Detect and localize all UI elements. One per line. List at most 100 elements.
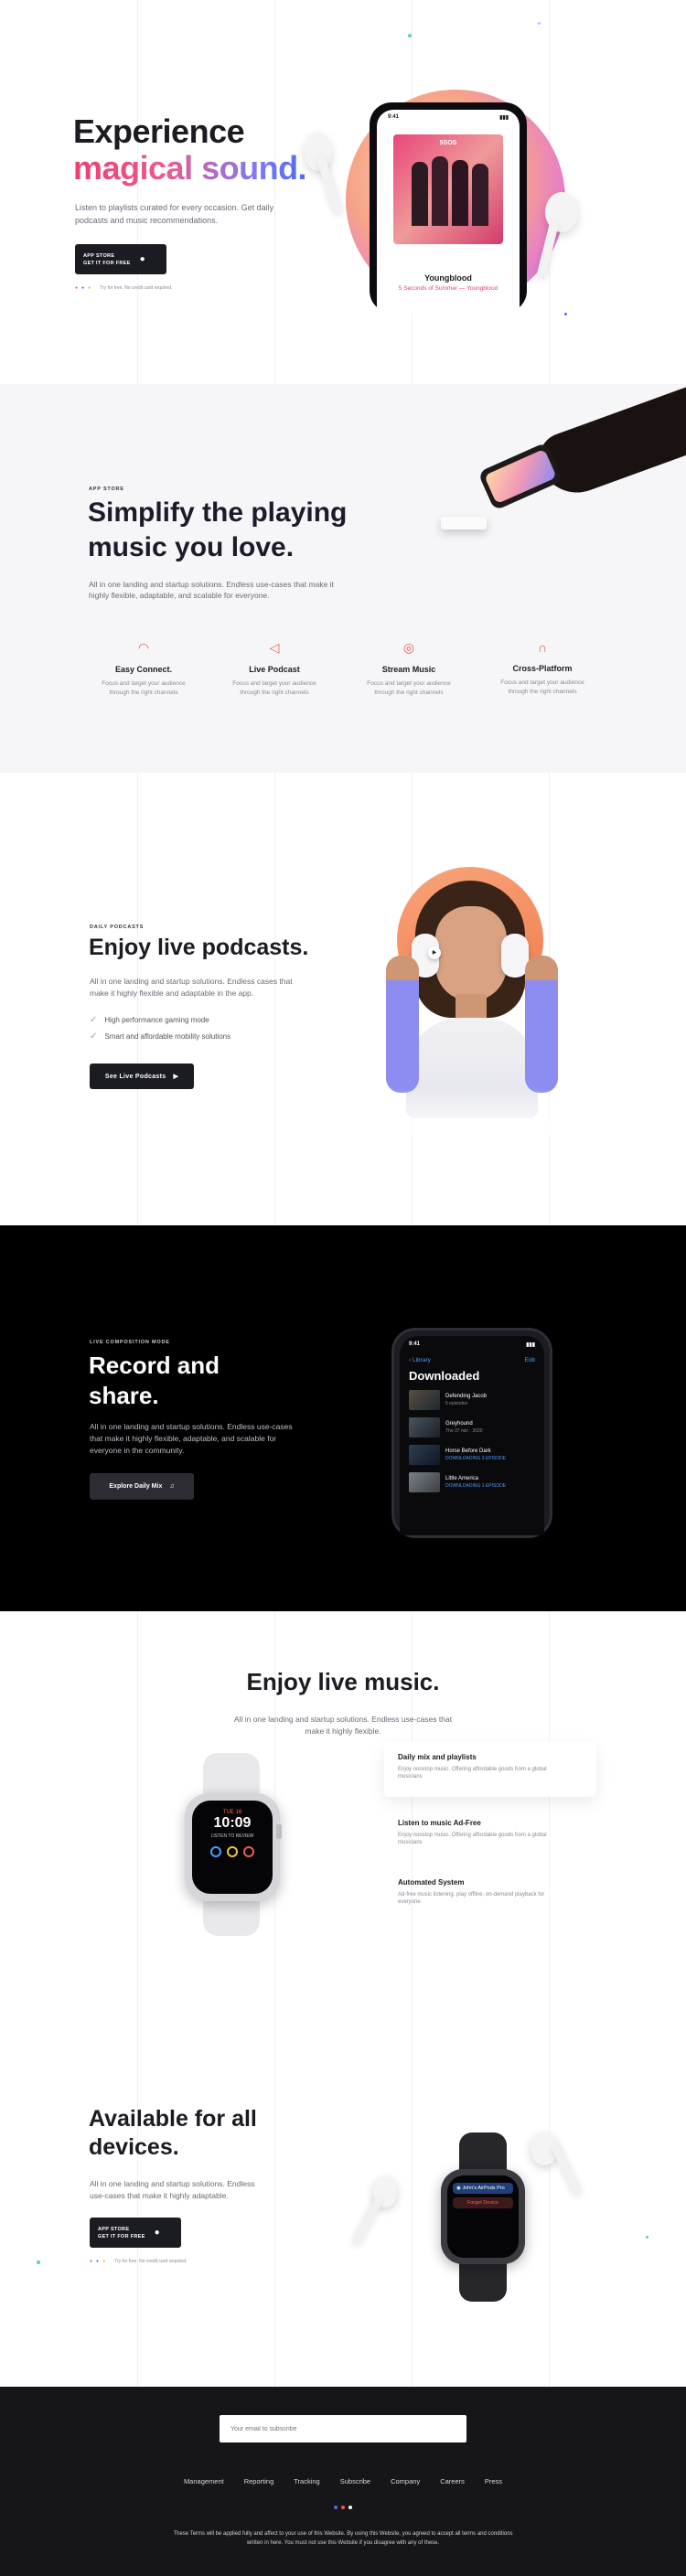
forget-device-button[interactable]: Forget Device [453,2197,513,2208]
footer-nav: Management Reporting Tracking Subscribe … [0,2477,686,2485]
download-item[interactable]: Greyhound The 37 min · 2020 [409,1417,535,1438]
watch-device-row[interactable]: ◉ John's AirPods Pro [453,2183,513,2194]
thumbnail [409,1417,440,1438]
hero-subtitle-line1: Listen to playlists curated for every oc… [75,203,274,212]
airpod-right-2-stem [550,2143,582,2196]
footer-link-tracking[interactable]: Tracking [294,2477,319,2485]
record-title-line1: Record and [89,1352,220,1379]
hero-subtitle: Listen to playlists curated for every oc… [75,201,273,227]
hero-phone: 9:41 ▮▮▮ 5SOS Youngblood 5 Seconds of Su… [370,102,527,313]
thumbnail [409,1445,440,1465]
download-item[interactable]: Little America DOWNLOADING 1 EPISODE [409,1472,535,1492]
arm-left [386,956,419,1093]
footer-link-management[interactable]: Management [184,2477,224,2485]
footer-link-reporting[interactable]: Reporting [244,2477,274,2485]
feature-desc: through the right channels [508,689,577,695]
item-meta: DOWNLOADING 3 EPISODE [445,1456,507,1461]
see-live-podcasts-button[interactable]: See Live Podcasts ▶ [90,1064,194,1089]
available-title-line2: devices. [89,2134,179,2160]
feature-desc: Focus and target your audience [367,680,451,687]
item-title: Greyhound [445,1421,473,1427]
feature-live-podcast: ◁ Live Podcast Focus and target your aud… [220,640,329,698]
available-desc-line1: All in one landing and startup solutions… [90,2179,255,2188]
edit-link[interactable]: Edit [525,1357,535,1363]
feature-title: Easy Connect. [114,665,173,674]
record-phone: 9:41 ▮▮▮ ‹ Library Edit Downloaded Defen… [391,1328,552,1538]
battery-icon: ▮▮▮ [526,1342,535,1348]
available-desc: All in one landing and startup solutions… [90,2178,255,2202]
features-eyebrow: APP STORE [89,486,124,492]
landing-page: Experience magical sound. Listen to play… [0,0,686,2576]
footer-link-press[interactable]: Press [485,2477,502,2485]
feature-desc: through the right channels [374,689,444,696]
headphones-icon: ∩ [537,640,548,655]
card-desc: Enjoy nonstop music. Offering affordable… [398,1767,547,1772]
user-circle-icon: ◎ [402,640,415,655]
check-icon: ✓ [90,1031,98,1042]
legal-line1: These Terms will be applied fully and af… [173,2531,513,2537]
footer-link-subscribe[interactable]: Subscribe [340,2477,370,2485]
watch-crown [276,1824,282,1839]
footer-link-careers[interactable]: Careers [440,2477,465,2485]
record-title-line2: share. [89,1382,159,1409]
store-note-text: Try for free. No credit card required. [114,2259,188,2264]
hero-subtitle-line2: podcasts and music recommendations. [75,216,219,225]
app-store-button[interactable]: APP STORE GET IT FOR FREE ● [75,244,166,274]
apple-icon: ● [139,254,145,264]
record-desc: All in one landing and startup solutions… [90,1421,293,1457]
store-note: ● ● ● Try for free. No credit card require… [90,2259,188,2264]
footer-link-company[interactable]: Company [391,2477,420,2485]
podcast-portrait [379,873,574,1134]
card-desc: Enjoy nonstop music. Offering affordable… [398,1833,547,1838]
watch-complications [192,1846,273,1857]
card-title: Daily mix and playlists [398,1753,477,1761]
music-feature-card[interactable]: Listen to music Ad-Free Enjoy nonstop mu… [384,1808,596,1863]
button-label: Explore Daily Mix [109,1483,163,1490]
podcasts-desc-line1: All in one landing and startup solutions… [90,977,293,986]
explore-daily-mix-button[interactable]: Explore Daily Mix ♫ [90,1473,194,1500]
subscribe-form [220,2415,466,2442]
features-section: APP STORE Simplify the playing music you… [0,384,686,773]
podcasts-eyebrow: DAILY PODCASTS [90,925,145,930]
download-item[interactable]: Horse Before Dark DOWNLOADING 3 EPISODE [409,1445,535,1465]
legal-line2: written in here. You must not use this W… [246,2540,440,2546]
hero-title-line2: magical sound. [73,149,307,187]
music-feature-card[interactable]: Automated System Ad-free music listening… [384,1867,596,1922]
item-title: Defending Jacob [445,1394,488,1399]
feature-cross-platform: ∩ Cross-Platform Focus and target your a… [488,640,597,697]
music-note-icon: ♫ [169,1483,175,1490]
hero-title: Experience magical sound. [73,113,307,187]
record-title: Record and share. [89,1351,220,1411]
item-meta: DOWNLOADING 1 EPISODE [445,1483,507,1489]
store-button-line1: APP STORE [98,2226,130,2232]
phone-time: 9:41 [388,114,400,120]
download-item[interactable]: Defending Jacob 5 episodes [409,1390,535,1410]
music-feature-card-active[interactable]: Daily mix and playlists Enjoy nonstop mu… [384,1742,596,1797]
live-music-desc-line1: All in one landing and startup solutions… [233,1715,453,1724]
bullet-text: Smart and affordable mobility solutions [104,1032,231,1041]
store-button-line2: GET IT FOR FREE [83,260,131,266]
store-button-line1: APP STORE [83,252,115,259]
airpod-left-2-stem [352,2196,384,2245]
email-input[interactable] [220,2415,466,2442]
back-link[interactable]: ‹ Library [409,1357,431,1363]
watch-time: 10:09 [213,1815,252,1831]
features-title: Simplify the playing music you love. [88,496,347,565]
record-desc-line2: that make it highly flexible, adaptable,… [90,1434,277,1443]
arm-right [525,956,558,1093]
feature-desc: Focus and target your audience [500,679,584,686]
apple-watch: TUE 16 10:09 LISTEN TO REVIEW [181,1753,284,1936]
feature-title: Cross-Platform [512,664,573,673]
feature-desc: Focus and target your audience [232,680,316,687]
item-title: Horse Before Dark [445,1448,491,1454]
store-note-text: Try for free. No credit card required. [100,285,173,291]
record-section: LIVE COMPOSITION MODE Record and share. … [0,1225,686,1611]
small-play-icon[interactable]: ▶ [428,946,441,959]
feature-desc: Focus and target your audience [102,680,186,687]
footer: Management Reporting Tracking Subscribe … [0,2387,686,2576]
features-title-line1: Simplify the playing [88,497,348,528]
hero-section: Experience magical sound. Listen to play… [0,0,686,384]
app-store-button-2[interactable]: APP STORE GET IT FOR FREE ● [90,2218,181,2248]
apple-icon: ● [154,2228,160,2238]
back-label: Library [412,1357,431,1363]
